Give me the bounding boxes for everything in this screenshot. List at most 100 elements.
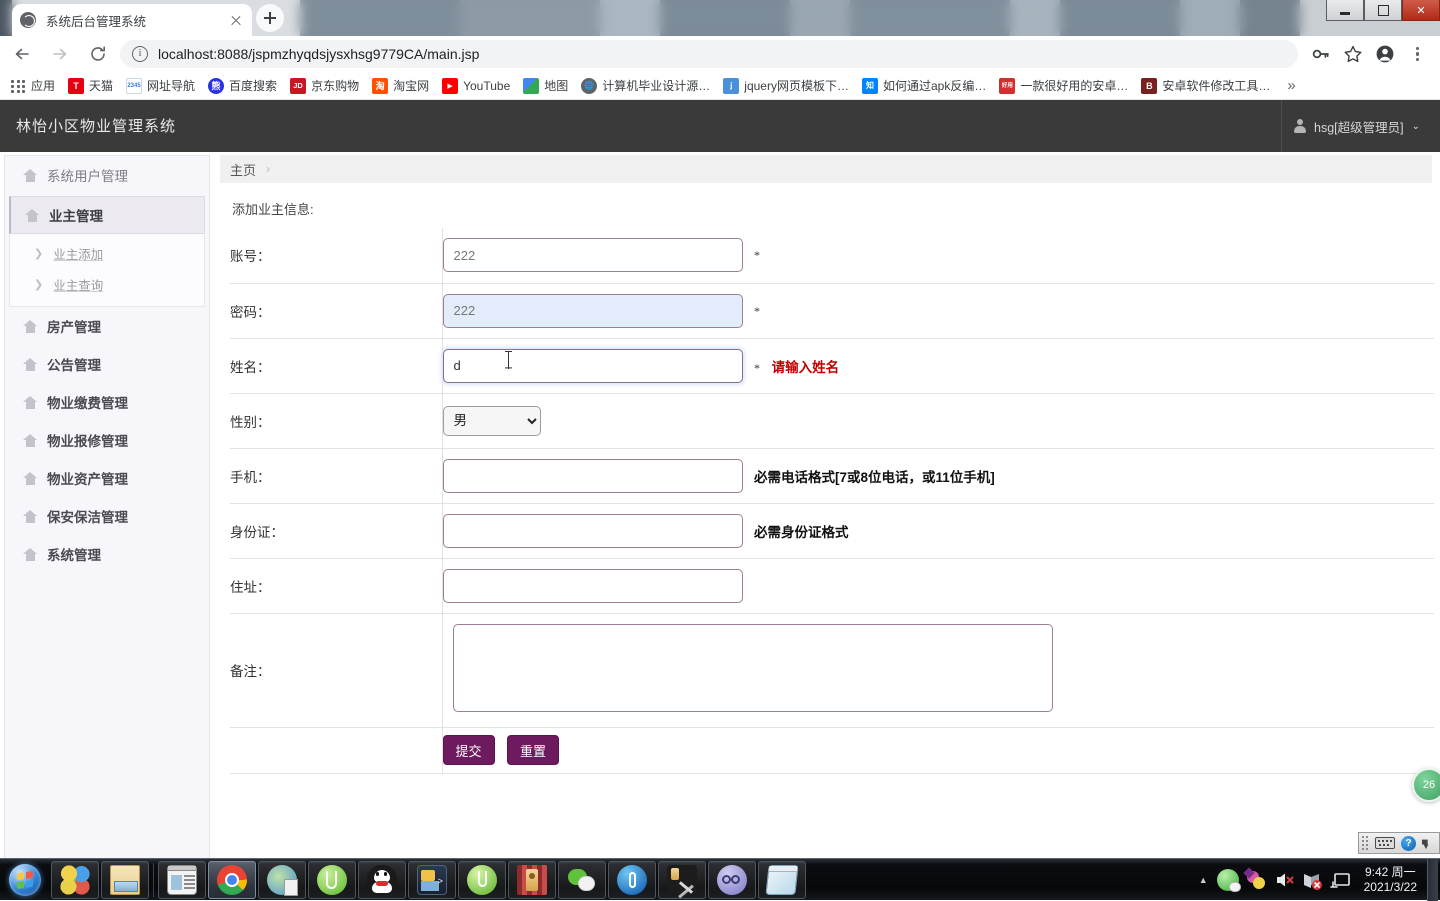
forward-button[interactable] (44, 38, 76, 70)
new-tab-button[interactable] (256, 4, 284, 32)
sidebar-item-security-cleaning[interactable]: 保安保洁管理 (5, 497, 209, 535)
breadcrumb-home[interactable]: 主页 (230, 160, 256, 179)
bookmark-nav2345[interactable]: 2345 网址导航 (126, 77, 195, 94)
form-actions: 提交 重置 (442, 727, 1434, 774)
ime-language-bar[interactable]: ? ▄ ▼ (1358, 832, 1440, 854)
display-icon[interactable] (1329, 869, 1351, 891)
sidebar-item-fee-management[interactable]: 物业缴费管理 (5, 383, 209, 421)
name-input[interactable] (442, 348, 743, 383)
sidebar-item-owner-management[interactable]: 业主管理 (9, 196, 205, 234)
bookmark-tmall[interactable]: T 天猫 (68, 77, 113, 94)
help-icon[interactable]: ? (1401, 835, 1416, 851)
bookmark-android-modify-tool[interactable]: B 安卓软件修改工具… (1141, 77, 1270, 94)
browser-tab[interactable]: 系统后台管理系统 (12, 4, 252, 36)
bookmark-android-tool[interactable]: 好用 一款很好用的安卓… (999, 77, 1128, 94)
phone-input[interactable] (442, 458, 743, 493)
bookmark-jquery-templates[interactable]: j jquery网页模板下… (723, 77, 849, 94)
bookmark-graduation-design[interactable]: 🌐 计算机毕业设计源… (581, 77, 710, 94)
remark-textarea[interactable] (452, 623, 1053, 712)
network-error-icon[interactable] (1301, 869, 1323, 891)
tab-close-icon[interactable] (228, 12, 244, 28)
taskbar-app-blue-circle[interactable] (608, 860, 656, 899)
taskbar-app-colors[interactable] (51, 860, 99, 899)
sidebar-item-repair-management[interactable]: 物业报修管理 (5, 421, 209, 459)
address-bar[interactable]: i localhost:8088/jspmzhyqdsjysxhsg9779CA… (120, 40, 1298, 68)
sidebar-item-label: 物业缴费管理 (47, 396, 128, 411)
zhihu-icon: 知 (861, 77, 878, 94)
password-input[interactable] (442, 293, 743, 328)
kebab-menu-icon[interactable] (1402, 39, 1432, 69)
taskbar-app-wechat[interactable] (558, 860, 606, 899)
volume-muted-icon[interactable] (1273, 869, 1295, 891)
bookmark-baidu[interactable]: 熊 百度搜索 (208, 77, 277, 94)
taskbar-app-globe-docs[interactable] (258, 860, 306, 899)
taskbar-app-chrome[interactable] (208, 860, 256, 899)
taskbar-clock[interactable]: 9:42 周一 2021/3/22 (1354, 865, 1427, 895)
sidebar-subitem-owner-query[interactable]: ❯ 业主查询 (10, 269, 204, 300)
red-book-icon: 好用 (999, 77, 1016, 94)
reset-button[interactable]: 重置 (506, 735, 559, 765)
taskbar-app-notepad[interactable] (758, 860, 806, 899)
taskbar-app-winrar[interactable] (508, 860, 556, 899)
idcard-input[interactable] (442, 513, 743, 548)
gender-select[interactable]: 男 女 (442, 405, 541, 436)
account-input[interactable] (442, 238, 743, 273)
taskbar-app-green[interactable] (458, 860, 506, 899)
bookmark-star-icon[interactable] (1338, 39, 1368, 69)
taskbar-app-qq[interactable] (358, 860, 406, 899)
field-idcard (442, 503, 754, 559)
ime-expand-arrows-icon[interactable]: ▄ ▼ (1422, 836, 1430, 851)
bookmark-maps[interactable]: 地图 (523, 77, 568, 94)
sidebar-item-announcement[interactable]: 公告管理 (5, 345, 209, 383)
form-row-name: 姓名： * 请输入姓名 (230, 338, 1434, 394)
ime-tray-icon[interactable] (1242, 866, 1267, 891)
taskbar-app-file-explorer[interactable] (101, 860, 149, 899)
sidebar-item-system-users[interactable]: 系统用户管理 (5, 156, 209, 194)
profile-icon[interactable] (1370, 39, 1400, 69)
clock-date: 2021/3/22 (1363, 879, 1417, 894)
site-info-icon[interactable]: i (132, 46, 148, 62)
bookmark-youtube[interactable]: ▶ YouTube (442, 77, 510, 94)
bookmark-zhihu-apk[interactable]: 知 如何通过apk反编… (861, 77, 986, 94)
sidebar-subitem-owner-add[interactable]: ❯ 业主添加 (10, 238, 204, 269)
taskbar-app-window[interactable] (158, 860, 206, 899)
form-row-address: 住址： (230, 558, 1434, 614)
sidebar-item-asset-management[interactable]: 物业资产管理 (5, 459, 209, 497)
back-button[interactable] (6, 38, 38, 70)
start-button[interactable] (0, 860, 50, 900)
hint-name: * 请输入姓名 (754, 338, 1434, 394)
qq-tray-icon[interactable] (1216, 868, 1241, 892)
taskbar-app-tools[interactable] (658, 860, 706, 899)
keyboard-icon[interactable] (1375, 837, 1395, 849)
taskbar-app-folder-terminal[interactable]: > (408, 860, 456, 899)
user-menu[interactable]: hsg[超级管理员] ⌄ (1281, 100, 1430, 152)
sidebar-item-label: 系统用户管理 (47, 169, 128, 184)
maximize-button[interactable] (1364, 0, 1402, 21)
label-remark: 备注： (230, 613, 443, 728)
bookmark-jd[interactable]: JD 京东购物 (290, 77, 359, 94)
jd-icon: JD (290, 77, 307, 94)
taskbar-app-360-browser[interactable] (308, 860, 356, 899)
sidebar-subitem-label: 业主添加 (53, 248, 104, 262)
page-viewport: 林怡小区物业管理系统 hsg[超级管理员] ⌄ 系统用户管理 业主管理 ❯ 业主… (0, 100, 1440, 858)
reload-button[interactable] (82, 38, 114, 70)
sidebar-item-property-management[interactable]: 房产管理 (5, 307, 209, 345)
address-input[interactable] (442, 568, 743, 603)
bookmark-label: 一款很好用的安卓… (1020, 79, 1129, 93)
submit-button[interactable]: 提交 (442, 735, 495, 765)
bookmark-taobao[interactable]: 淘 淘宝网 (372, 77, 429, 94)
green-app-icon (467, 864, 497, 895)
close-window-button[interactable] (1402, 0, 1440, 21)
sidebar-item-system-management[interactable]: 系统管理 (5, 535, 209, 573)
show-hidden-icons-arrow-icon[interactable]: ▲ (1199, 875, 1208, 885)
key-icon[interactable] (1306, 39, 1336, 69)
bookmarks-overflow-button[interactable]: » (1287, 77, 1295, 94)
minimize-button[interactable] (1326, 0, 1364, 21)
taskbar-app-infinity[interactable] (708, 860, 756, 899)
show-desktop-button[interactable] (1427, 858, 1438, 901)
bookmark-apps[interactable]: 应用 (10, 77, 55, 94)
ime-drag-handle[interactable] (1361, 835, 1371, 851)
floating-counter-badge[interactable]: 26 (1412, 768, 1440, 802)
label-password: 密码： (230, 283, 443, 339)
field-phone (442, 448, 754, 504)
